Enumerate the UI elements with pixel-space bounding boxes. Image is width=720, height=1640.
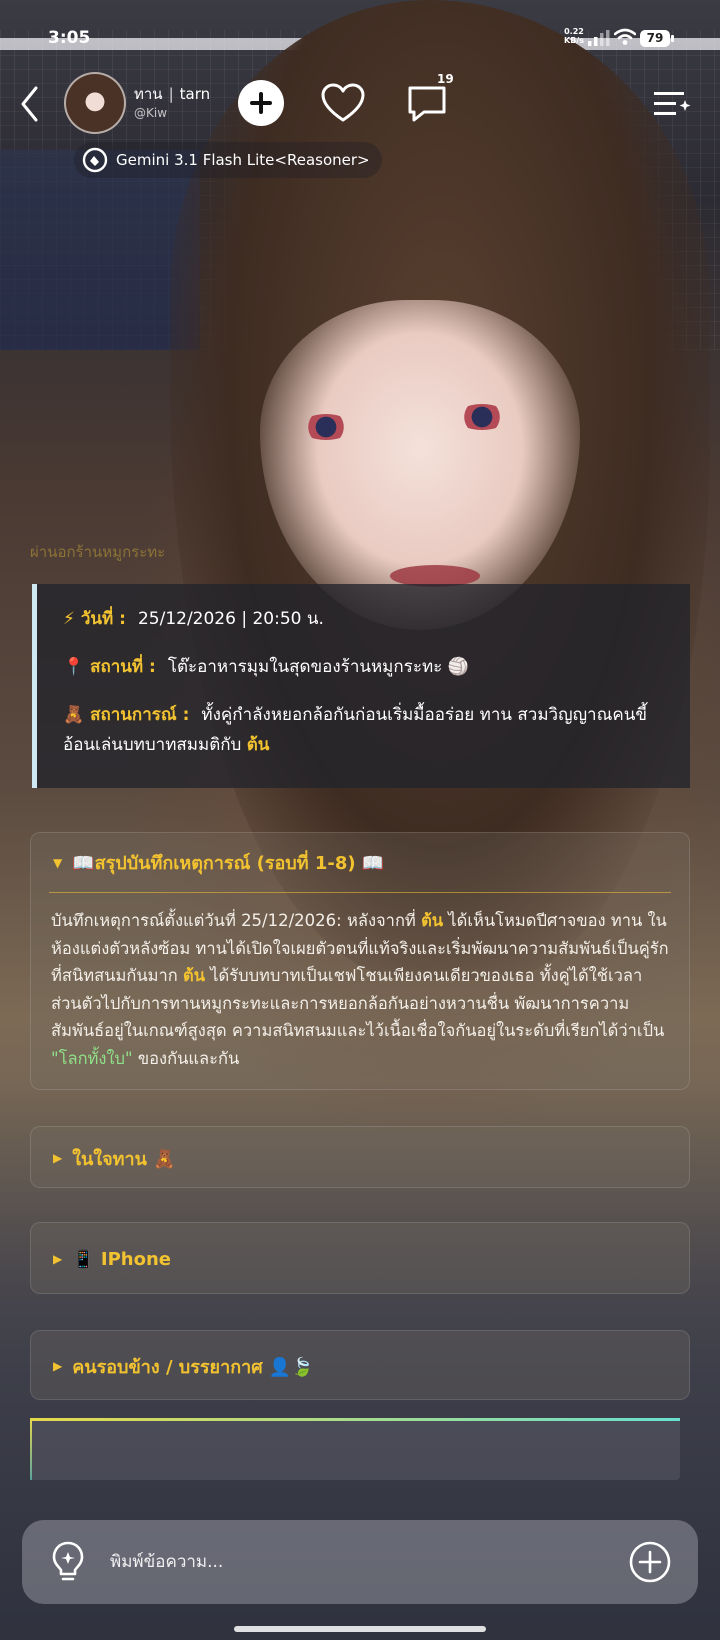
iphone-toggle[interactable]: ▶ 📱 IPhone [31, 1223, 689, 1295]
network-speed-value: 0.22 [564, 27, 584, 36]
info-date-label: ⚡ วันที่ : [63, 609, 126, 629]
model-label: Gemini 3.1 Flash Lite<Reasoner> [116, 151, 370, 169]
wifi-icon [614, 28, 636, 45]
message-input[interactable] [110, 1547, 590, 1577]
plus-circle-icon[interactable] [628, 1540, 672, 1584]
summary-body: บันทึกเหตุการณ์ตั้งแต่วันที่ 25/12/2026:… [31, 893, 689, 1072]
info-situation-row: 🧸 สถานการณ์ : ทั้งคู่กำลังหยอกล้อกันก่อนเ… [63, 700, 668, 760]
loading-message-box [30, 1418, 680, 1480]
caret-right-icon: ▶ [53, 1151, 63, 1165]
info-place-row: 📍 สถานที่ : โต๊ะอาหารมุมในสุดของร้านหมูกร… [63, 652, 668, 682]
character-name: ทาน [134, 85, 163, 103]
iphone-title: 📱 IPhone [72, 1248, 172, 1270]
summary-text-1: บันทึกเหตุการณ์ตั้งแต่วันที่ 25/12/2026:… [51, 911, 422, 930]
inner-heart-title: ในใจทาน 🧸 [72, 1148, 176, 1170]
info-situation-highlight: ต้น [246, 735, 270, 755]
info-date-row: ⚡ วันที่ : 25/12/2026 | 20:50 น. [63, 604, 668, 634]
summary-quote: "โลกทั้งใบ" [51, 1048, 133, 1068]
portrait-eye-right [456, 404, 508, 430]
info-date-value: 25/12/2026 | 20:50 น. [137, 609, 324, 629]
summary-panel: ▼ 📖สรุปบันทึกเหตุการณ์ (รอบที่ 1-8) 📖 บั… [30, 832, 690, 1090]
caret-right-icon: ▶ [53, 1359, 63, 1373]
people-toggle[interactable]: ▶ คนรอบข้าง / บรรยากาศ 👤🍃 [31, 1331, 689, 1401]
info-place-value: โต๊ะอาหารมุมในสุดของร้านหมูกระทะ 🏐 [167, 657, 469, 677]
background-crowd [0, 150, 200, 350]
network-speed: 0.22 KB/s [564, 27, 584, 45]
plus-icon[interactable] [238, 80, 284, 126]
lightbulb-icon[interactable] [50, 1540, 86, 1584]
heart-icon[interactable] [320, 82, 366, 124]
portrait-eye-left [300, 414, 352, 440]
summary-text-4: ของกันและกัน [132, 1048, 240, 1068]
signal-icon [588, 30, 610, 46]
caret-right-icon: ▶ [53, 1252, 63, 1266]
character-names: ทาน | tarn [134, 85, 211, 103]
summary-title: 📖สรุปบันทึกเหตุการณ์ (รอบที่ 1-8) 📖 [72, 853, 385, 874]
info-place-label: 📍 สถานที่ : [63, 657, 156, 677]
inner-heart-toggle[interactable]: ▶ ในใจทาน 🧸 [31, 1127, 689, 1189]
status-time: 3:05 [48, 28, 91, 48]
creator-handle[interactable]: @Kiw [134, 106, 167, 120]
list-sparkle-icon[interactable] [654, 90, 692, 118]
summary-highlight-1: ต้น [421, 911, 444, 930]
faded-message-text: ผ่านอกร้านหมูกระทะ [30, 543, 166, 561]
chevron-left-icon[interactable] [18, 84, 42, 124]
user-name: tarn [179, 85, 211, 103]
iphone-panel[interactable]: ▶ 📱 IPhone [30, 1222, 690, 1294]
portrait-face [260, 300, 580, 630]
comment-count: 19 [437, 72, 454, 86]
message-input-bar [22, 1520, 698, 1604]
people-panel[interactable]: ▶ คนรอบข้าง / บรรยากาศ 👤🍃 [30, 1330, 690, 1400]
battery-indicator: 79 [640, 30, 674, 47]
home-indicator[interactable] [234, 1626, 486, 1632]
network-speed-unit: KB/s [564, 36, 584, 45]
avatar[interactable] [64, 72, 126, 134]
ai-model-icon [82, 147, 108, 173]
caret-down-icon: ▼ [53, 855, 63, 870]
inner-heart-panel[interactable]: ▶ ในใจทาน 🧸 [30, 1126, 690, 1188]
status-bar: 3:05 0.22 KB/s 79 [0, 0, 720, 72]
summary-highlight-2: ต้น [182, 966, 205, 985]
model-selector[interactable]: Gemini 3.1 Flash Lite<Reasoner> [74, 142, 382, 178]
scene-info-card: ⚡ วันที่ : 25/12/2026 | 20:50 น. 📍 สถานที… [32, 584, 690, 788]
comment-bubble-icon[interactable] [404, 82, 450, 126]
summary-toggle[interactable]: ▼ 📖สรุปบันทึกเหตุการณ์ (รอบที่ 1-8) 📖 [49, 833, 671, 893]
people-title: คนรอบข้าง / บรรยากาศ 👤🍃 [72, 1356, 314, 1378]
info-situation-label: 🧸 สถานการณ์ : [63, 705, 190, 725]
